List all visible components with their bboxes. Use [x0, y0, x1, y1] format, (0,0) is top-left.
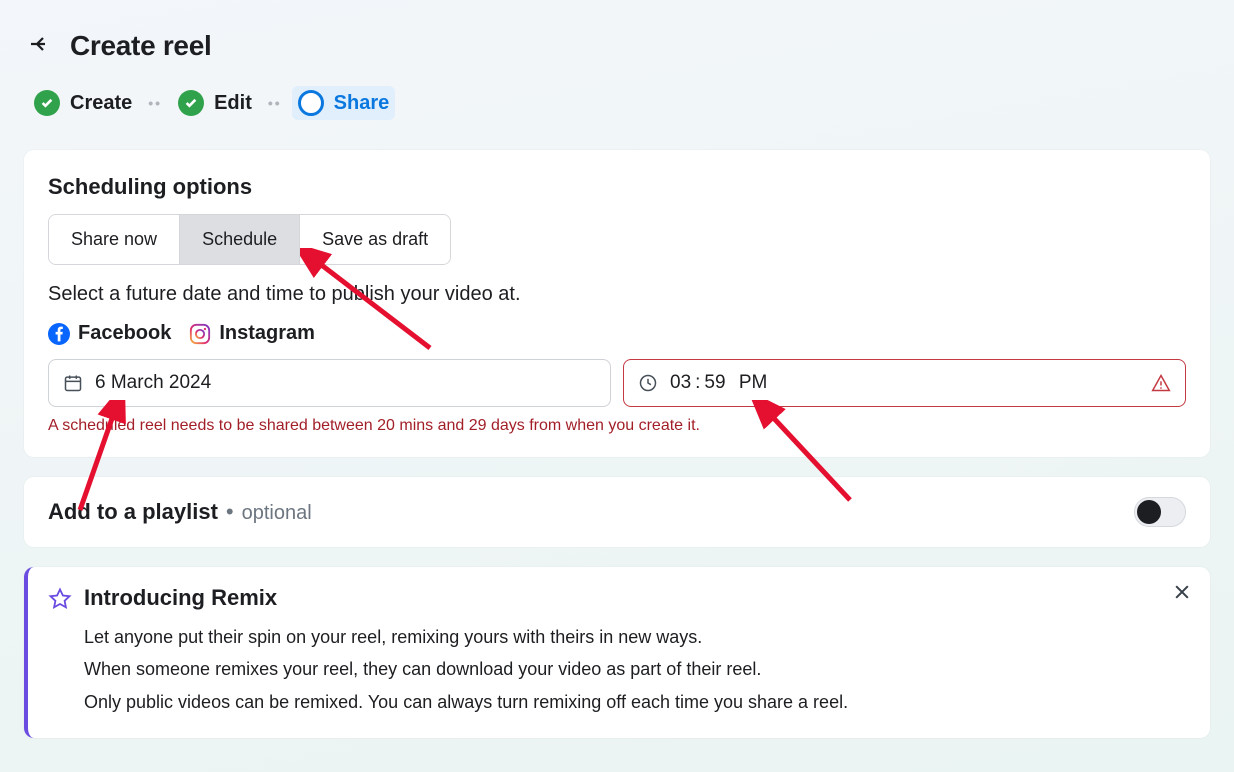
schedule-mode-segmented: Share now Schedule Save as draft [48, 214, 451, 265]
page-title: Create reel [70, 30, 211, 62]
step-edit[interactable]: Edit [172, 86, 258, 120]
remix-line3: Only public videos can be remixed. You c… [84, 686, 1186, 718]
schedule-error-text: A scheduled reel needs to be shared betw… [48, 417, 1186, 435]
playlist-optional-label: optional [242, 502, 312, 525]
share-now-button[interactable]: Share now [49, 215, 179, 264]
scheduling-heading: Scheduling options [48, 174, 1186, 200]
scheduling-card: Scheduling options Share now Schedule Sa… [24, 150, 1210, 457]
schedule-helper-text: Select a future date and time to publish… [48, 283, 1186, 306]
step-separator: •• [268, 95, 282, 111]
clock-icon [638, 373, 658, 393]
calendar-icon [63, 373, 83, 393]
remix-line2: When someone remixes your reel, they can… [84, 653, 1186, 685]
back-arrow-icon[interactable] [28, 32, 52, 61]
stepper: Create •• Edit •• Share [28, 86, 1206, 120]
step-edit-label: Edit [214, 92, 252, 115]
star-icon [48, 587, 72, 611]
schedule-button[interactable]: Schedule [179, 215, 299, 264]
time-minute: 59 [704, 372, 725, 394]
remix-card: Introducing Remix Let anyone put their s… [24, 567, 1210, 738]
step-create-label: Create [70, 92, 132, 115]
check-icon [178, 90, 204, 116]
platform-instagram-label: Instagram [219, 322, 315, 345]
time-ampm: PM [739, 372, 768, 394]
schedule-time-field[interactable]: 03 : 59 PM [623, 359, 1186, 407]
close-icon[interactable] [1172, 581, 1192, 609]
remix-line1: Let anyone put their spin on your reel, … [84, 621, 1186, 653]
step-share[interactable]: Share [292, 86, 396, 120]
platform-facebook: Facebook [48, 322, 171, 345]
warning-icon [1151, 373, 1171, 393]
schedule-date-value: 6 March 2024 [95, 372, 211, 394]
schedule-date-field[interactable]: 6 March 2024 [48, 359, 611, 407]
remix-title: Introducing Remix [84, 585, 1186, 611]
playlist-title: Add to a playlist [48, 499, 218, 525]
dot-separator: • [226, 499, 234, 525]
circle-icon [298, 90, 324, 116]
check-icon [34, 90, 60, 116]
time-hour: 03 [670, 372, 691, 394]
facebook-icon [48, 323, 70, 345]
step-create[interactable]: Create [28, 86, 138, 120]
platform-instagram: Instagram [189, 322, 315, 345]
instagram-icon [189, 323, 211, 345]
playlist-card: Add to a playlist • optional [24, 477, 1210, 547]
step-separator: •• [148, 95, 162, 111]
platform-facebook-label: Facebook [78, 322, 171, 345]
playlist-toggle[interactable] [1134, 497, 1186, 527]
step-share-label: Share [334, 92, 390, 115]
save-draft-button[interactable]: Save as draft [299, 215, 450, 264]
